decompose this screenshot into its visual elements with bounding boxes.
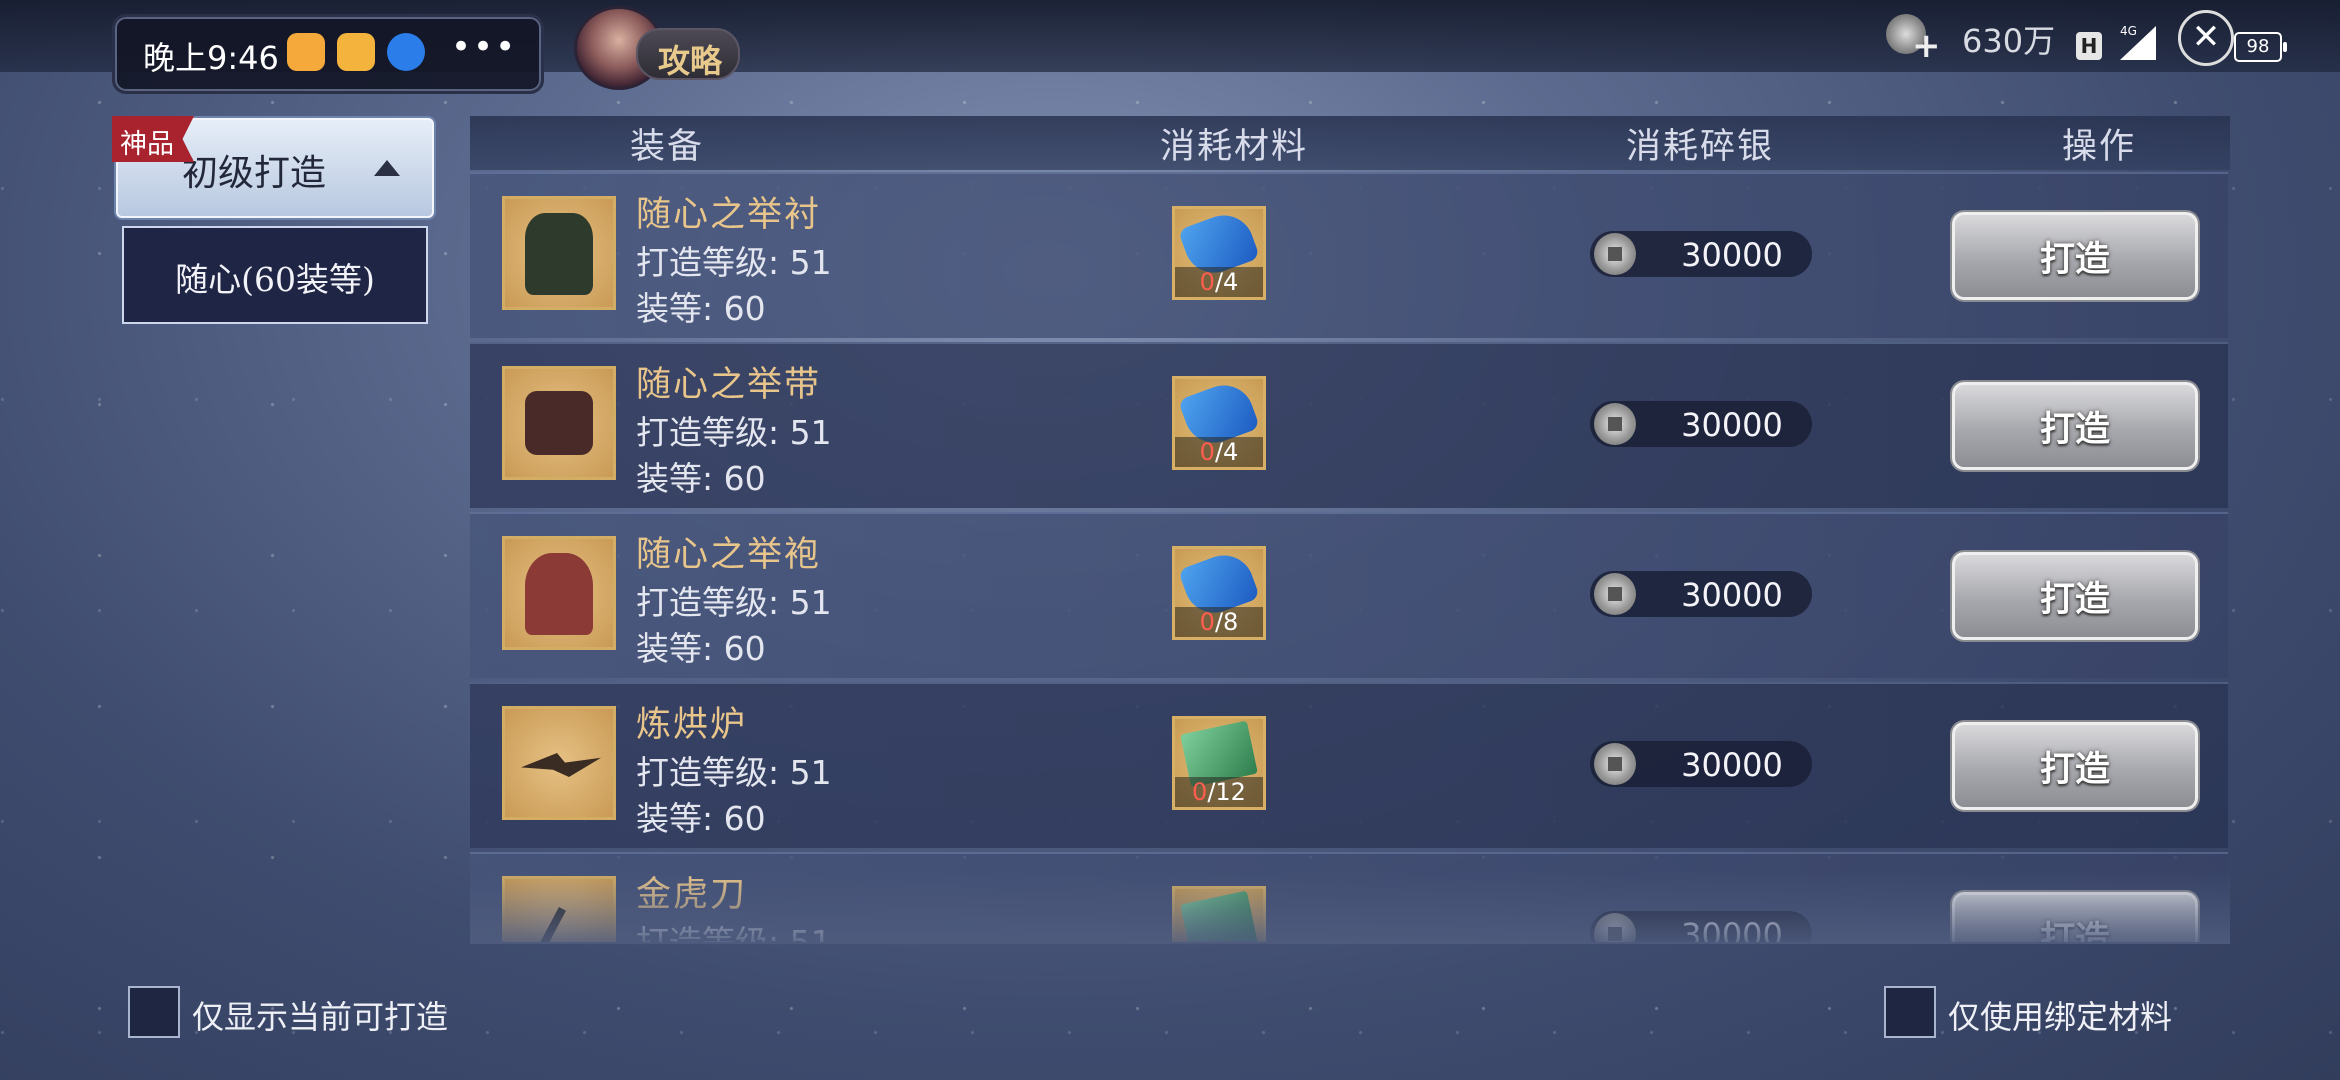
clock: 晚上9:46 — [143, 39, 279, 77]
green-ingot-icon[interactable] — [1172, 886, 1266, 942]
more-icon[interactable]: ••• — [451, 27, 517, 67]
wifi-off-icon: ✕ — [2178, 10, 2234, 66]
material-need: /12 — [1207, 778, 1246, 806]
top-status-bar: 晚上9:46 ••• 攻略 + 630万 H 4G ✕ 98 — [0, 0, 2340, 94]
phone-status-pill: 晚上9:46 ••• — [112, 14, 544, 94]
material-need: /4 — [1214, 438, 1239, 466]
material-count: 0/8 — [1175, 607, 1263, 637]
silver-coin-icon — [1594, 913, 1636, 942]
silver-cost: 30000 — [1590, 231, 1812, 277]
silver-cost: 30000 — [1590, 911, 1812, 942]
gown-icon[interactable] — [502, 536, 616, 650]
silver-cost-value: 30000 — [1681, 406, 1783, 444]
subcategory-item[interactable]: 随心(60装等) — [122, 226, 428, 324]
silver-coin-icon — [1594, 403, 1636, 445]
green-ingot-icon[interactable]: 0/12 — [1172, 716, 1266, 810]
gear-level: 装等: 60 — [636, 289, 766, 328]
silver-coin-icon — [1594, 573, 1636, 615]
quality-tag: 神品 — [112, 116, 194, 162]
table-row[interactable]: 随心之举袍 打造等级: 51 装等: 60 0/8 30000 打造 — [470, 512, 2228, 678]
material-need: /4 — [1214, 268, 1239, 296]
crafting-table: 装备 消耗材料 消耗碎银 操作 随心之举衬 打造等级: 51 装等: 60 0/… — [470, 116, 2230, 942]
item-name: 金虎刀 — [636, 875, 748, 915]
app-notification-icon-2 — [337, 33, 375, 71]
silver-cost: 30000 — [1590, 401, 1812, 447]
forge-button[interactable]: 打造 — [1952, 552, 2198, 640]
table-row[interactable]: 炼烘炉 打造等级: 51 装等: 60 0/12 30000 打造 — [470, 682, 2228, 848]
show-craftable-label[interactable]: 仅显示当前可打造 — [192, 992, 448, 1038]
silver-cost-value: 30000 — [1681, 236, 1783, 274]
app-notification-icon-3 — [387, 33, 425, 71]
material-count: 0/12 — [1175, 777, 1263, 807]
material-count: 0/4 — [1175, 267, 1263, 297]
header-silver: 消耗碎银 — [1626, 127, 1775, 167]
item-name: 随心之举衬 — [636, 195, 822, 235]
collapse-arrow-icon — [374, 160, 400, 176]
silver-cost: 30000 — [1590, 571, 1812, 617]
forge-button-label: 打造 — [2039, 749, 2110, 790]
hd-icon: H — [2076, 32, 2102, 60]
header-material: 消耗材料 — [1160, 127, 1309, 167]
table-rows: 随心之举衬 打造等级: 51 装等: 60 0/4 30000 打造 随心之举带… — [470, 172, 2230, 942]
blade-icon[interactable] — [502, 876, 616, 942]
silver-cost-value: 30000 — [1681, 916, 1783, 942]
item-name: 随心之举袍 — [636, 535, 822, 575]
silver-coin-icon — [1594, 233, 1636, 275]
app-notification-icon — [287, 33, 325, 71]
forge-button-label: 打造 — [2039, 409, 2110, 450]
forge-button-label: 打造 — [2039, 579, 2110, 620]
craft-level: 打造等级: 51 — [636, 916, 832, 942]
guide-label: 攻略 — [658, 42, 723, 80]
forge-button-label: 打造 — [2039, 919, 2110, 942]
forge-button[interactable]: 打造 — [1952, 892, 2198, 942]
gear-level: 装等: 60 — [636, 799, 766, 838]
header-equipment: 装备 — [630, 127, 705, 167]
forge-button-label: 打造 — [2039, 239, 2110, 280]
table-row[interactable]: 随心之举衬 打造等级: 51 装等: 60 0/4 30000 打造 — [470, 172, 2228, 338]
silver-coin-icon — [1594, 743, 1636, 785]
bound-materials-label[interactable]: 仅使用绑定材料 — [1948, 992, 2172, 1038]
subcategory-label: 随心(60装等) — [175, 260, 375, 299]
forge-button[interactable]: 打造 — [1952, 722, 2198, 810]
blue-scroll-icon[interactable]: 0/4 — [1172, 376, 1266, 470]
bound-materials-checkbox[interactable] — [1884, 986, 1936, 1038]
craft-level: 打造等级: 51 — [636, 413, 832, 452]
craft-level: 打造等级: 51 — [636, 583, 832, 622]
category-label: 初级打造 — [182, 153, 327, 194]
add-currency-button[interactable]: + — [1886, 14, 1941, 66]
guide-button[interactable]: 攻略 — [636, 28, 740, 80]
table-header: 装备 消耗材料 消耗碎银 操作 — [470, 116, 2230, 170]
material-need: /8 — [1214, 608, 1239, 636]
material-have: 0 — [1199, 438, 1215, 466]
forge-button[interactable]: 打造 — [1952, 212, 2198, 300]
craft-level: 打造等级: 51 — [636, 243, 832, 282]
material-have: 0 — [1192, 778, 1208, 806]
quality-tag-label: 神品 — [120, 129, 174, 160]
blue-scroll-icon[interactable]: 0/4 — [1172, 206, 1266, 300]
battery-icon: 98 — [2234, 32, 2287, 62]
item-name: 随心之举带 — [636, 365, 822, 405]
gear-level: 装等: 60 — [636, 459, 766, 498]
silver-cost-value: 30000 — [1681, 576, 1783, 614]
material-have: 0 — [1199, 608, 1215, 636]
material-count: 0/4 — [1175, 437, 1263, 467]
table-row[interactable]: 随心之举带 打造等级: 51 装等: 60 0/4 30000 打造 — [470, 342, 2228, 508]
blue-scroll-icon[interactable]: 0/8 — [1172, 546, 1266, 640]
craft-level: 打造等级: 51 — [636, 753, 832, 792]
silver-cost-value: 30000 — [1681, 746, 1783, 784]
robe-icon[interactable] — [502, 196, 616, 310]
eagle-icon[interactable] — [502, 706, 616, 820]
signal-icon — [2120, 26, 2156, 60]
table-row[interactable]: 金虎刀 打造等级: 51 30000 打造 — [470, 852, 2228, 942]
forge-button[interactable]: 打造 — [1952, 382, 2198, 470]
silver-cost: 30000 — [1590, 741, 1812, 787]
plus-icon: + — [1912, 26, 1941, 66]
show-craftable-checkbox[interactable] — [128, 986, 180, 1038]
header-action: 操作 — [2062, 127, 2137, 167]
item-name: 炼烘炉 — [636, 705, 748, 745]
gear-level: 装等: 60 — [636, 629, 766, 668]
belt-icon[interactable] — [502, 366, 616, 480]
material-have: 0 — [1199, 268, 1215, 296]
currency-amount: 630万 — [1962, 22, 2056, 60]
